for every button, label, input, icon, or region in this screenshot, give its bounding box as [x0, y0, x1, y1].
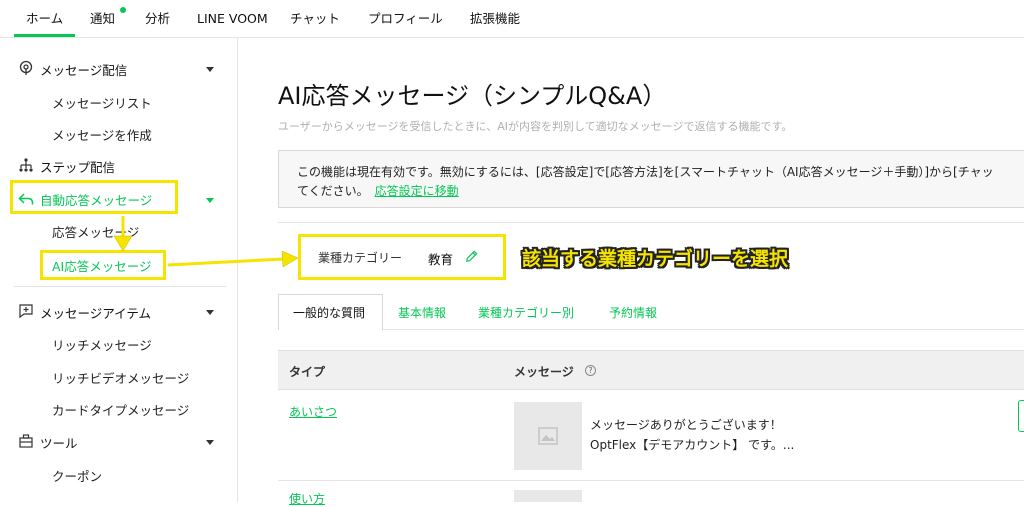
industry-category-selector[interactable]: 業種カテゴリー 教育 — [298, 234, 506, 280]
image-placeholder — [514, 402, 582, 470]
row-type-link[interactable]: あいさつ — [289, 403, 337, 420]
response-settings-link[interactable]: 応答設定に移動 — [375, 184, 459, 198]
annotation-callout: 該当する業種カテゴリーを選択 — [522, 248, 789, 270]
image-placeholder — [514, 490, 582, 502]
industry-category-label: 業種カテゴリー — [318, 251, 403, 265]
arrow-right-icon — [167, 257, 285, 267]
tab-basic-info[interactable]: 基本情報 — [398, 304, 446, 321]
row-action-button[interactable] — [1018, 400, 1024, 432]
tab-by-industry[interactable]: 業種カテゴリー別 — [478, 304, 574, 321]
arrowhead-right-icon — [281, 250, 299, 268]
page-title: AI応答メッセージ（シンプルQ&A） — [278, 82, 667, 110]
row-message-line1: メッセージありがとうございます！ — [590, 418, 782, 432]
status-notice: この機能は現在有効です。無効にするには、[応答設定]で[応答方法]を[スマートチ… — [278, 150, 1024, 208]
help-icon[interactable]: ? — [585, 365, 596, 376]
notice-text-line2: てください。 応答設定に移動 — [297, 182, 459, 199]
tab-general-questions[interactable]: 一般的な質問 — [293, 304, 365, 321]
column-header-type: タイプ — [289, 365, 326, 379]
arrowhead-down-icon — [113, 235, 133, 252]
table-header: タイプ メッセージ ? — [278, 350, 1024, 390]
row-message-line2: OptFlex【デモアカウント】 です。... — [590, 438, 795, 452]
page-description: ユーザーからメッセージを受信したときに、AIが内容を判別して適切なメッセージで返… — [278, 120, 793, 133]
divider — [278, 222, 1024, 223]
row-type-link[interactable]: 使い方 — [289, 490, 325, 507]
tab-reservation-info[interactable]: 予約情報 — [609, 304, 657, 321]
notice-text-line1: この機能は現在有効です。無効にするには、[応答設定]で[応答方法]を[スマートチ… — [297, 165, 994, 179]
column-header-message: メッセージ — [514, 365, 574, 379]
pencil-icon[interactable] — [464, 249, 479, 264]
notice-text-prefix: てください。 — [297, 184, 369, 198]
row-divider — [278, 480, 1024, 481]
tab-underline — [383, 329, 1024, 330]
image-icon — [538, 427, 558, 445]
industry-category-value: 教育 — [428, 252, 454, 267]
